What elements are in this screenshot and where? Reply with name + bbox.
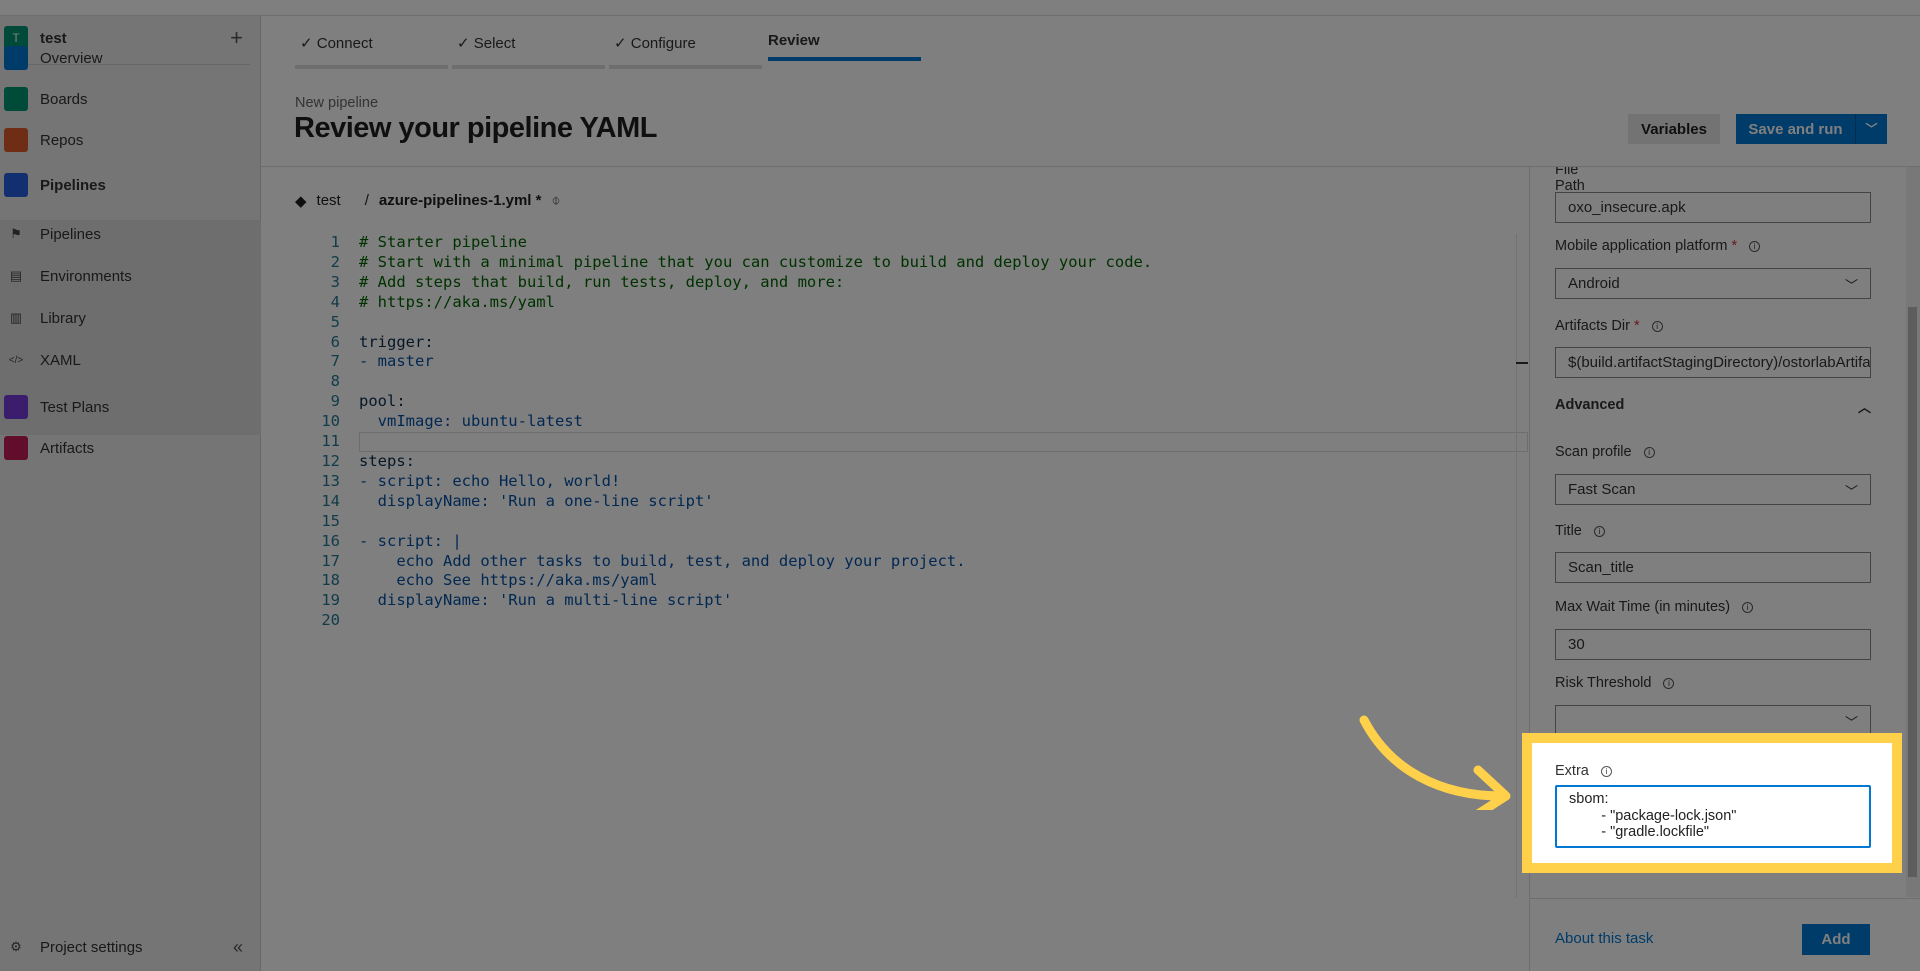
extra-textarea[interactable]: sbom: - "package-lock.json" - "gradle.lo…: [1555, 785, 1871, 848]
highlight-box: Extra i sbom: - "package-lock.json" - "gr…: [1522, 733, 1902, 873]
arrow-annotation: [1359, 715, 1511, 810]
extra-label: Extra i: [1555, 763, 1612, 779]
info-icon[interactable]: i: [1600, 765, 1612, 777]
